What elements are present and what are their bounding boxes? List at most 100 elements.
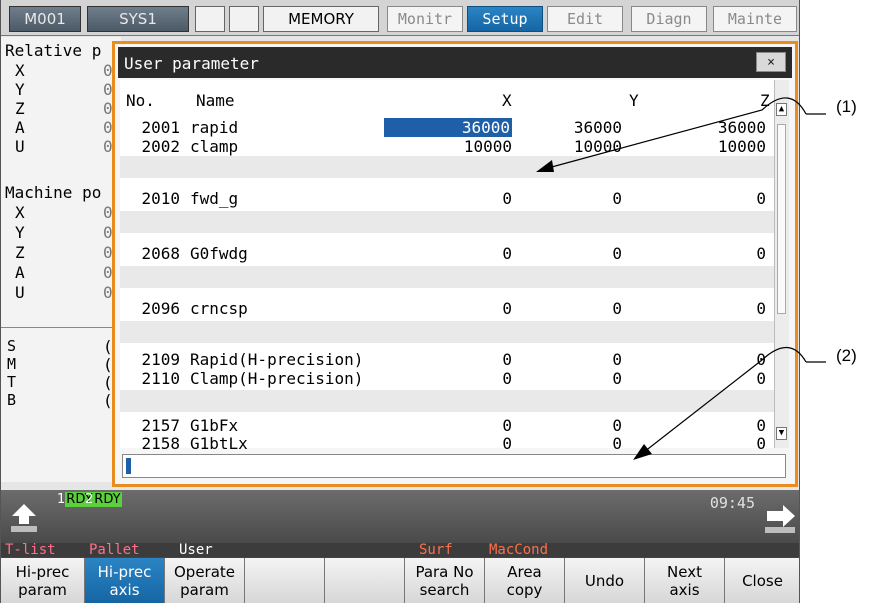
param-number: 2096 [141,299,180,318]
tab-diagn[interactable]: Diagn [631,6,707,32]
table-row[interactable]: 2096 crncsp 0 0 0 [120,298,780,318]
row-separator [120,266,779,288]
row-separator [120,211,779,233]
relative-axis-x: X [15,61,25,80]
machine-axis-a: A [15,263,25,282]
close-icon[interactable]: × [756,52,786,72]
menu-label-tlist: T-list [5,542,56,558]
machine-axis-x: X [15,203,25,222]
scroll-down-icon[interactable]: ▼ [776,427,787,440]
param-number: 2110 [141,369,180,388]
table-row[interactable]: 2002 clamp 10000 10000 10000 [120,136,780,156]
param-value-z[interactable]: 0 [640,189,766,208]
row-separator [120,390,779,412]
param-value-x[interactable]: 0 [384,299,512,318]
param-value-x[interactable]: 36000 [384,118,512,137]
tab-mainte[interactable]: Mainte [713,6,797,32]
parameter-table: No. Name X Y Z 2001 rapid 36000 36000 36… [120,80,780,453]
dialog-title-bar[interactable]: User parameter × [118,47,792,78]
relative-position-heading: Relative p [5,41,102,60]
param-value-y[interactable]: 0 [512,244,622,263]
param-value-z[interactable]: 36000 [640,118,766,137]
system-tab-blank-1 [195,6,225,32]
softkey-para-no-search[interactable]: Para No search [405,558,485,603]
scroll-thumb[interactable] [777,124,786,314]
param-value-y[interactable]: 0 [512,299,622,318]
param-name: fwd_g [190,189,239,208]
param-value-x[interactable]: 0 [384,350,512,369]
param-value-x[interactable]: 0 [384,369,512,388]
dialog-title: User parameter [124,54,259,73]
param-value-z[interactable]: 10000 [640,137,766,156]
param-number: 2068 [141,244,180,263]
softkey-next-axis[interactable]: Next axis [645,558,725,603]
softkey-blank-2[interactable] [325,558,405,603]
softkey-undo[interactable]: Undo [565,558,645,603]
row-separator [120,156,779,178]
user-parameter-dialog: User parameter × No. Name X Y Z 2001 rap… [112,41,798,487]
input-field[interactable] [122,454,786,478]
relative-axis-z: Z [15,99,25,118]
param-value-z[interactable]: 0 [640,350,766,369]
table-row[interactable]: 2158 G1btLx 0 0 0 [120,433,780,453]
menu-label-surf: Surf [419,542,453,558]
softkey-area-copy[interactable]: Area copy [485,558,565,603]
param-value-z[interactable]: 0 [640,369,766,388]
system-tab-m001[interactable]: M001 [9,6,81,32]
param-value-x[interactable]: 0 [384,189,512,208]
table-row[interactable]: 2010 fwd_g 0 0 0 [120,188,780,208]
softkey-hi-prec-param[interactable]: Hi-prec param [1,558,85,603]
param-value-x[interactable]: 0 [384,434,512,453]
menu-label-user: User [179,542,213,558]
param-value-y[interactable]: 36000 [512,118,622,137]
input-cursor [126,458,131,474]
softkey-blank-1[interactable] [245,558,325,603]
mode-status-memory: MEMORY [263,6,379,32]
param-number: 2002 [141,137,180,156]
param-value-y[interactable]: 0 [512,434,622,453]
softkey-bar: Hi-prec param Hi-prec axis Operate param… [1,557,799,603]
callout-label-2: (2) [836,346,857,365]
param-value-z[interactable]: 0 [640,299,766,318]
tab-monitr[interactable]: Monitr [387,6,463,32]
param-number: 2010 [141,189,180,208]
clock: 09:45 [709,494,755,512]
status-bar: 1RDY 2RDY 09:45 [1,490,799,543]
vertical-scrollbar[interactable]: ▲ ▼ [774,80,789,448]
tab-edit[interactable]: Edit [547,6,623,32]
table-row[interactable]: 2110 Clamp(H-precision) 0 0 0 [120,368,780,388]
up-arrow-icon[interactable] [9,502,39,532]
softkey-close[interactable]: Close [725,558,799,603]
param-number: 2158 [141,434,180,453]
param-name: crncsp [190,299,248,318]
column-header-name: Name [196,91,235,110]
softkey-operate-param[interactable]: Operate param [165,558,245,603]
param-value-z[interactable]: 0 [640,434,766,453]
param-value-x[interactable]: 10000 [384,137,512,156]
param-value-z[interactable]: 0 [640,244,766,263]
param-value-y[interactable]: 0 [512,369,622,388]
softkey-hi-prec-axis[interactable]: Hi-prec axis [85,558,165,603]
table-row[interactable]: 2068 G0fwdg 0 0 0 [120,243,780,263]
param-value-x[interactable]: 0 [384,244,512,263]
right-arrow-icon[interactable] [763,502,795,533]
menu-label-pallet: Pallet [89,542,140,558]
position-panel: Relative p X 0 Y 0 Z 0 A 0 U 0 Machine p… [1,37,121,482]
param-value-y[interactable]: 10000 [512,137,622,156]
tab-setup[interactable]: Setup [467,6,543,32]
param-name: G0fwdg [190,244,248,263]
modal-label-t: T [7,373,17,391]
relative-axis-y: Y [15,80,25,99]
table-row[interactable]: 2001 rapid 36000 36000 36000 [120,117,780,137]
system-tab-sys1[interactable]: SYS1 [87,6,189,32]
param-value-y[interactable]: 0 [512,350,622,369]
column-header-y: Y [629,91,639,110]
nc-screen: M001 SYS1 MEMORY Monitr Setup Edit Diagn… [0,0,800,603]
table-row[interactable]: 2157 G1bFx 0 0 0 [120,415,780,435]
scroll-up-icon[interactable]: ▲ [776,103,787,116]
table-row[interactable]: 2109 Rapid(H-precision) 0 0 0 [120,349,780,369]
param-value-y[interactable]: 0 [512,189,622,208]
param-name: rapid [190,118,239,137]
modal-label-b: B [7,391,17,409]
row-separator [120,321,779,343]
